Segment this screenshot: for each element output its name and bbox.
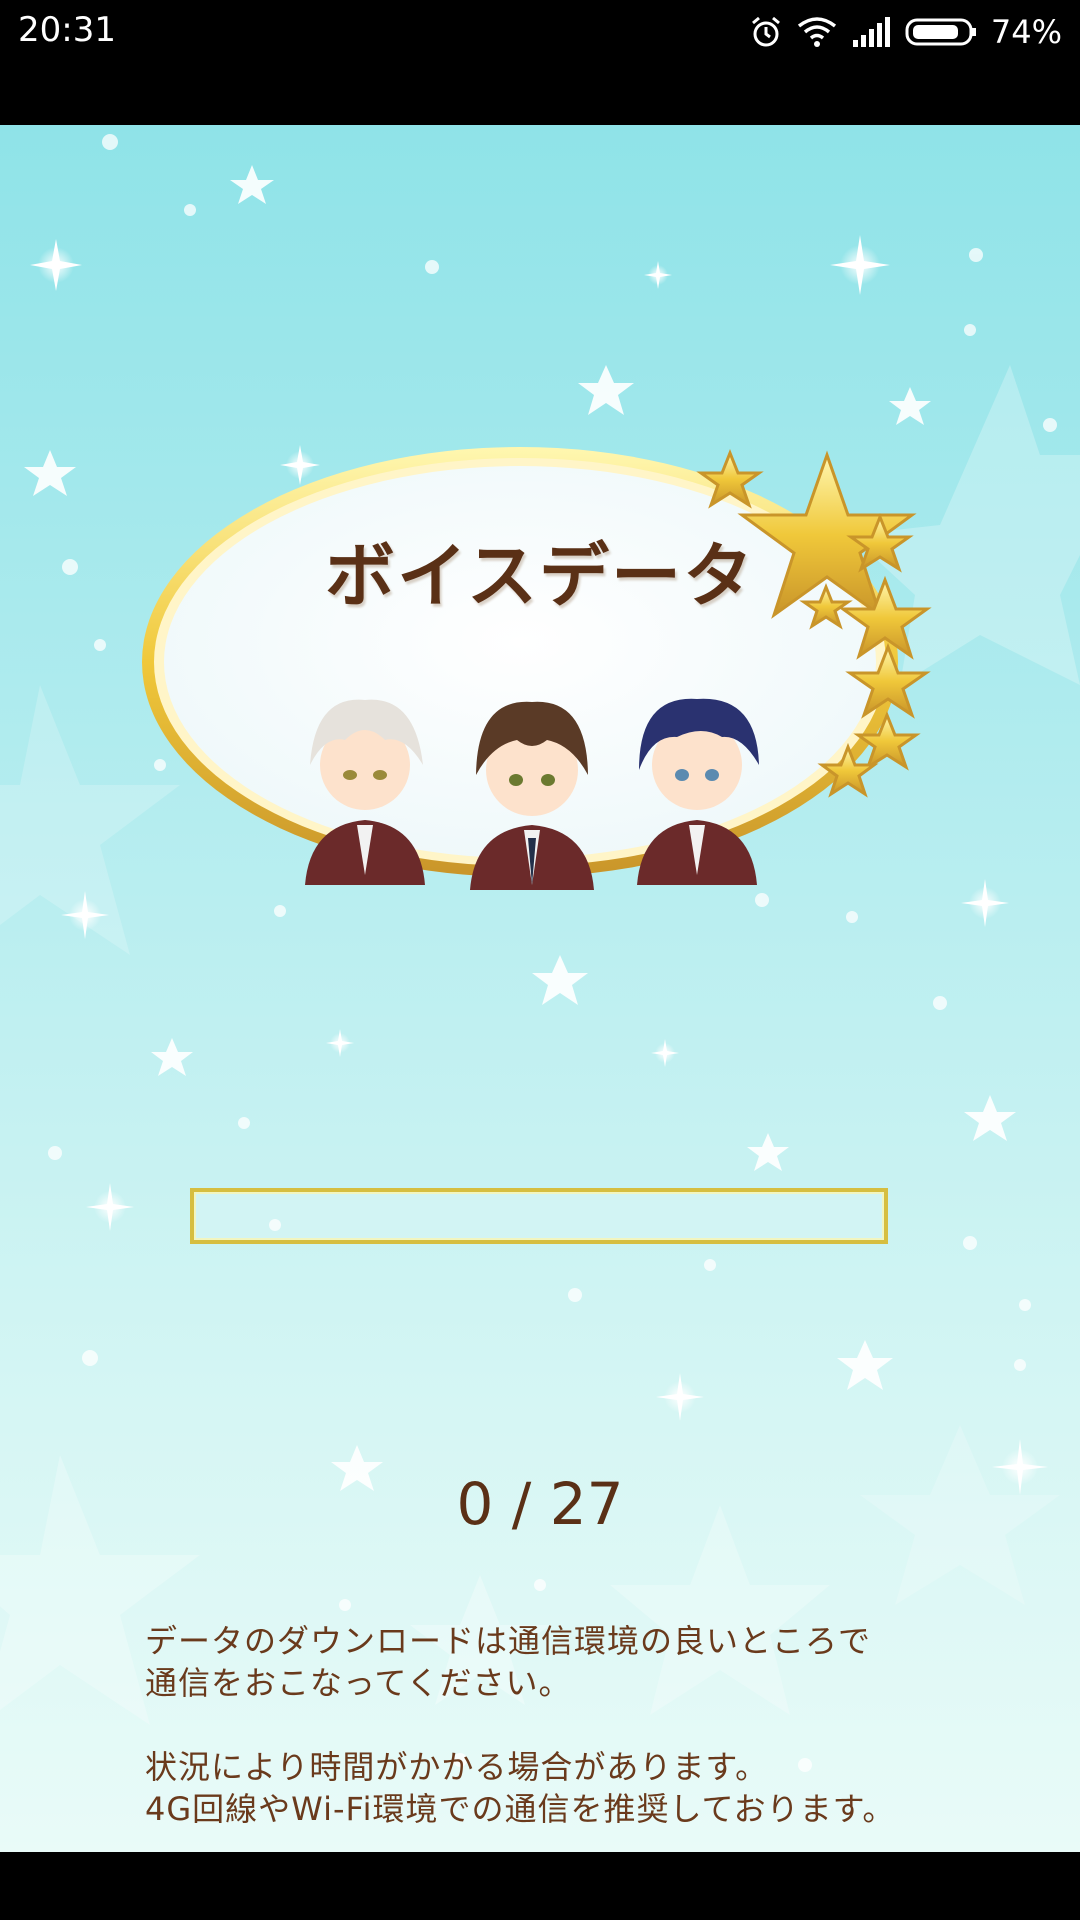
download-screen: ボイスデータ 0 / 27 データのダウンロードは通信環境の良いところで 通信を…: [0, 125, 1080, 1852]
star: [889, 387, 931, 425]
download-progress-count: 0 / 27: [456, 1470, 624, 1538]
dot: [568, 1288, 582, 1302]
dot: [94, 639, 106, 651]
status-time: 20:31: [18, 10, 116, 50]
status-icons: 74%: [749, 10, 1062, 54]
dot: [238, 1117, 250, 1129]
star: [578, 365, 634, 415]
wifi-icon: [797, 17, 836, 47]
sparkle: [30, 239, 82, 291]
sparkle: [651, 1039, 679, 1067]
battery-icon: [905, 18, 976, 46]
star: [964, 1095, 1016, 1141]
background-stars: [0, 134, 1080, 1772]
status-bar: 20:31 74%: [0, 0, 1080, 125]
star: [532, 955, 588, 1005]
dot: [274, 905, 286, 917]
dot: [963, 1236, 977, 1250]
page-title: ボイスデータ: [325, 535, 755, 617]
sparkle: [656, 1373, 704, 1421]
dot: [933, 996, 947, 1010]
dot: [184, 204, 196, 216]
dot: [846, 911, 858, 923]
dot: [154, 759, 166, 771]
star: [747, 1133, 789, 1171]
dot: [102, 134, 118, 150]
star: [230, 165, 274, 204]
sparkle: [961, 879, 1009, 927]
download-progress-bar: [190, 1188, 888, 1244]
signal-icon: [852, 17, 890, 47]
dot: [425, 260, 439, 274]
dot: [82, 1350, 98, 1366]
dot: [48, 1146, 62, 1160]
notice-line: 通信をおこなってください。: [145, 1664, 572, 1702]
star: [151, 1038, 193, 1076]
dot: [62, 559, 78, 575]
star: [837, 1340, 893, 1390]
dot: [534, 1579, 546, 1591]
notice-line: データのダウンロードは通信環境の良いところで: [145, 1622, 872, 1660]
sparkle: [644, 261, 672, 289]
dot: [1014, 1359, 1026, 1371]
sparkle: [326, 1029, 354, 1057]
notice-line: 状況により時間がかかる場合があります。: [145, 1748, 769, 1786]
dot: [969, 248, 983, 262]
notice-line: 4G回線やWi-Fi環境での通信を推奨しております。: [145, 1790, 896, 1828]
dot: [704, 1259, 716, 1271]
dot: [1043, 418, 1057, 432]
download-notice: データのダウンロードは通信環境の良いところで 通信をおこなってください。 状況に…: [145, 1620, 1045, 1830]
sparkle: [86, 1183, 134, 1231]
dot: [1019, 1299, 1031, 1311]
dot: [964, 324, 976, 336]
dot: [339, 1599, 351, 1611]
navigation-bar: [0, 1852, 1080, 1920]
alarm-icon: [751, 16, 780, 47]
sparkle: [830, 235, 890, 295]
dot: [755, 893, 769, 907]
sparkle: [280, 445, 320, 485]
battery-percent: 74%: [990, 13, 1062, 51]
star: [24, 450, 76, 496]
